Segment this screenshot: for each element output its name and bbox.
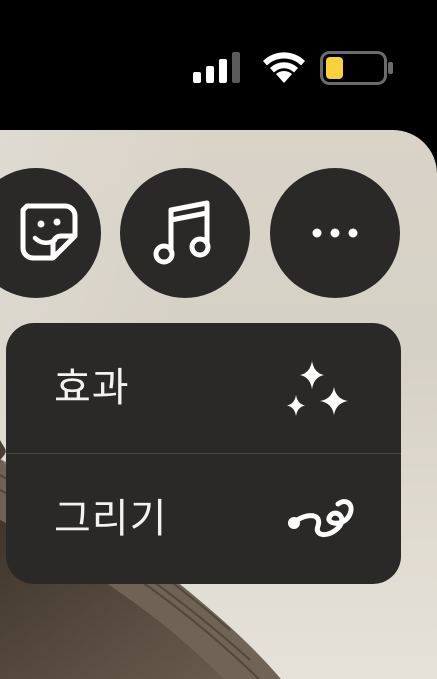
- effects-menu: 효과 그리기: [6, 323, 401, 584]
- draw-squiggle-icon: [288, 499, 354, 537]
- menu-item-draw[interactable]: 그리기: [6, 454, 401, 584]
- more-ellipsis-icon: [312, 228, 358, 238]
- sparkles-icon: [287, 361, 348, 416]
- music-note-icon: [153, 200, 211, 265]
- more-button[interactable]: [270, 168, 400, 298]
- battery-icon: [320, 51, 393, 85]
- cellular-signal-icon: [193, 52, 240, 83]
- menu-item-effects[interactable]: 효과: [6, 323, 401, 453]
- sticker-icon: [20, 203, 78, 261]
- music-button[interactable]: [120, 168, 250, 298]
- wifi-icon: [263, 52, 305, 83]
- menu-item-label: 그리기: [54, 496, 168, 542]
- status-bar: [0, 0, 437, 130]
- menu-item-label: 효과: [54, 365, 130, 411]
- screen: 효과 그리기: [0, 0, 437, 679]
